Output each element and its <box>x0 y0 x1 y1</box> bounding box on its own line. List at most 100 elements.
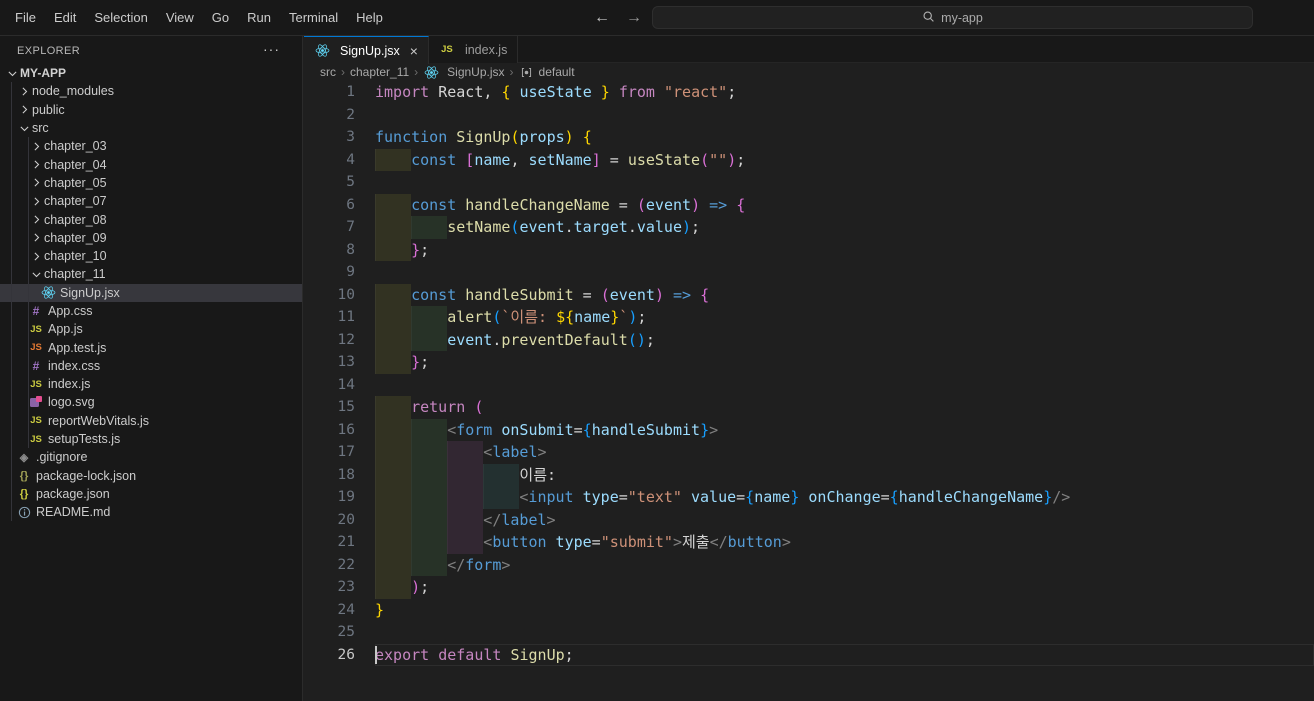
chevron-right-icon[interactable] <box>16 102 32 118</box>
indent-rainbow-block <box>447 531 484 554</box>
command-center-search[interactable]: my-app <box>652 6 1253 29</box>
tree-file-index.js[interactable]: JS index.js <box>0 375 302 393</box>
code-line-5[interactable]: 5 <box>304 171 1314 194</box>
line-number: 26 <box>337 646 355 663</box>
menu-terminal[interactable]: Terminal <box>280 6 347 30</box>
chevron-right-icon[interactable] <box>28 230 44 246</box>
code-line-20[interactable]: 20 </label> <box>304 508 1314 531</box>
breadcrumb-item-src[interactable]: src <box>320 65 336 79</box>
code-line-16[interactable]: 16 <form onSubmit={handleSubmit}> <box>304 418 1314 441</box>
tree-folder-node_modules[interactable]: node_modules <box>0 82 302 100</box>
tree-file-package.json[interactable]: {} package.json <box>0 485 302 503</box>
tree-file-app.test.js[interactable]: JS App.test.js <box>0 338 302 356</box>
tree-folder-chapter_03[interactable]: chapter_03 <box>0 137 302 155</box>
chevron-right-icon[interactable] <box>28 193 44 209</box>
menu-go[interactable]: Go <box>203 6 238 30</box>
code-line-25[interactable]: 25 <box>304 621 1314 644</box>
menu-view[interactable]: View <box>157 6 203 30</box>
indent-rainbow-block <box>411 463 448 486</box>
menu-run[interactable]: Run <box>238 6 280 30</box>
chevron-right-icon[interactable] <box>16 83 32 99</box>
chevron-down-icon[interactable] <box>16 120 32 136</box>
tree-file-index.css[interactable]: # index.css <box>0 357 302 375</box>
tree-folder-chapter_05[interactable]: chapter_05 <box>0 174 302 192</box>
tree-folder-src[interactable]: src <box>0 119 302 137</box>
breadcrumb-item-signup.jsx[interactable]: SignUp.jsx <box>423 65 505 80</box>
tree-folder-public[interactable]: public <box>0 101 302 119</box>
tree-folder-chapter_10[interactable]: chapter_10 <box>0 247 302 265</box>
code-line-19[interactable]: 19 <input type="text" value={name} onChan… <box>304 486 1314 509</box>
tree-file-package-lock.json[interactable]: {} package-lock.json <box>0 467 302 485</box>
tree-item-label: chapter_10 <box>44 249 107 264</box>
code-line-11[interactable]: 11 alert(`이름: ${name}`); <box>304 306 1314 329</box>
code-line-24[interactable]: 24} <box>304 599 1314 622</box>
tab-index.js[interactable]: JS index.js <box>428 36 519 63</box>
breadcrumb-item-default[interactable]: default <box>519 65 575 79</box>
indent-rainbow-block <box>447 508 484 531</box>
menu-selection[interactable]: Selection <box>85 6 156 30</box>
tab-signup.jsx[interactable]: SignUp.jsx × <box>304 36 429 64</box>
code-line-26[interactable]: 26 export default SignUp; <box>304 644 1314 667</box>
line-number: 4 <box>346 151 355 168</box>
breadcrumb: src › chapter_11 › SignUp.jsx › default <box>304 63 1314 81</box>
indent-rainbow-block <box>411 216 448 239</box>
code-line-7[interactable]: 7 setName(event.target.value); <box>304 216 1314 239</box>
code-line-10[interactable]: 10 const handleSubmit = (event) => { <box>304 283 1314 306</box>
code-line-3[interactable]: 3 function SignUp(props) { <box>304 126 1314 149</box>
tree-folder-chapter_09[interactable]: chapter_09 <box>0 229 302 247</box>
tree-folder-my-app[interactable]: MY-APP <box>0 64 302 82</box>
code-line-17[interactable]: 17 <label> <box>304 441 1314 464</box>
code-line-18[interactable]: 18 이름: <box>304 463 1314 486</box>
code-line-21[interactable]: 21 <button type="submit">제출</button> <box>304 531 1314 554</box>
indent-rainbow-block <box>411 328 448 351</box>
code-line-13[interactable]: 13}; <box>304 351 1314 374</box>
breadcrumb-item-chapter_11[interactable]: chapter_11 <box>350 65 409 79</box>
menu-edit[interactable]: Edit <box>45 6 85 30</box>
tree-file-reportwebvitals.js[interactable]: JS reportWebVitals.js <box>0 412 302 430</box>
line-number: 2 <box>346 106 355 123</box>
chevron-right-icon[interactable] <box>28 175 44 191</box>
tree-item-label: package.json <box>36 486 110 501</box>
line-number: 7 <box>346 219 355 235</box>
code-line-8[interactable]: 8}; <box>304 238 1314 261</box>
tree-folder-chapter_04[interactable]: chapter_04 <box>0 155 302 173</box>
indent-rainbow-block <box>375 486 412 509</box>
tree-folder-chapter_11[interactable]: chapter_11 <box>0 265 302 283</box>
nav-back-button[interactable]: ← <box>594 9 610 27</box>
tree-folder-chapter_07[interactable]: chapter_07 <box>0 192 302 210</box>
explorer-more-actions-button[interactable]: ··· <box>263 41 280 57</box>
tree-file-.gitignore[interactable]: ◈ .gitignore <box>0 448 302 466</box>
menu-file[interactable]: File <box>6 6 45 30</box>
code-line-12[interactable]: 12 event.preventDefault(); <box>304 328 1314 351</box>
tree-file-logo.svg[interactable]: logo.svg <box>0 393 302 411</box>
code-line-6[interactable]: 6 const handleChangeName = (event) => { <box>304 193 1314 216</box>
tree-folder-chapter_08[interactable]: chapter_08 <box>0 210 302 228</box>
tree-file-setuptests.js[interactable]: JS setupTests.js <box>0 430 302 448</box>
code-line-4[interactable]: 4 const [name, setName] = useState(""); <box>304 148 1314 171</box>
tree-file-app.js[interactable]: JS App.js <box>0 320 302 338</box>
code-line-9[interactable]: 9 <box>304 261 1314 284</box>
tree-file-signup.jsx[interactable]: SignUp.jsx <box>0 283 302 302</box>
chevron-right-icon[interactable] <box>28 157 44 173</box>
tab-close-icon[interactable]: × <box>410 44 418 58</box>
code-line-23[interactable]: 23); <box>304 576 1314 599</box>
code-editor[interactable]: 1 import React, { useState } from "react"… <box>304 81 1314 701</box>
indent-rainbow-block <box>375 328 412 351</box>
chevron-down-icon[interactable] <box>4 65 20 81</box>
line-number: 23 <box>337 579 355 595</box>
json-icon: {} <box>19 487 29 500</box>
chevron-down-icon[interactable] <box>28 266 44 282</box>
code-line-14[interactable]: 14 <box>304 374 1314 397</box>
code-line-2[interactable]: 2 <box>304 104 1314 127</box>
tree-file-readme.md[interactable]: README.md <box>0 503 302 521</box>
code-line-22[interactable]: 22 </form> <box>304 553 1314 576</box>
nav-forward-button[interactable]: → <box>626 9 642 27</box>
chevron-right-icon[interactable] <box>28 212 44 228</box>
chevron-right-icon[interactable] <box>28 138 44 154</box>
code-line-15[interactable]: 15 return ( <box>304 396 1314 419</box>
menu-help[interactable]: Help <box>347 6 392 30</box>
tree-file-app.css[interactable]: # App.css <box>0 302 302 320</box>
code-line-1[interactable]: 1 import React, { useState } from "react"… <box>304 81 1314 104</box>
indent-rainbow-block <box>375 576 412 599</box>
chevron-right-icon[interactable] <box>28 248 44 264</box>
